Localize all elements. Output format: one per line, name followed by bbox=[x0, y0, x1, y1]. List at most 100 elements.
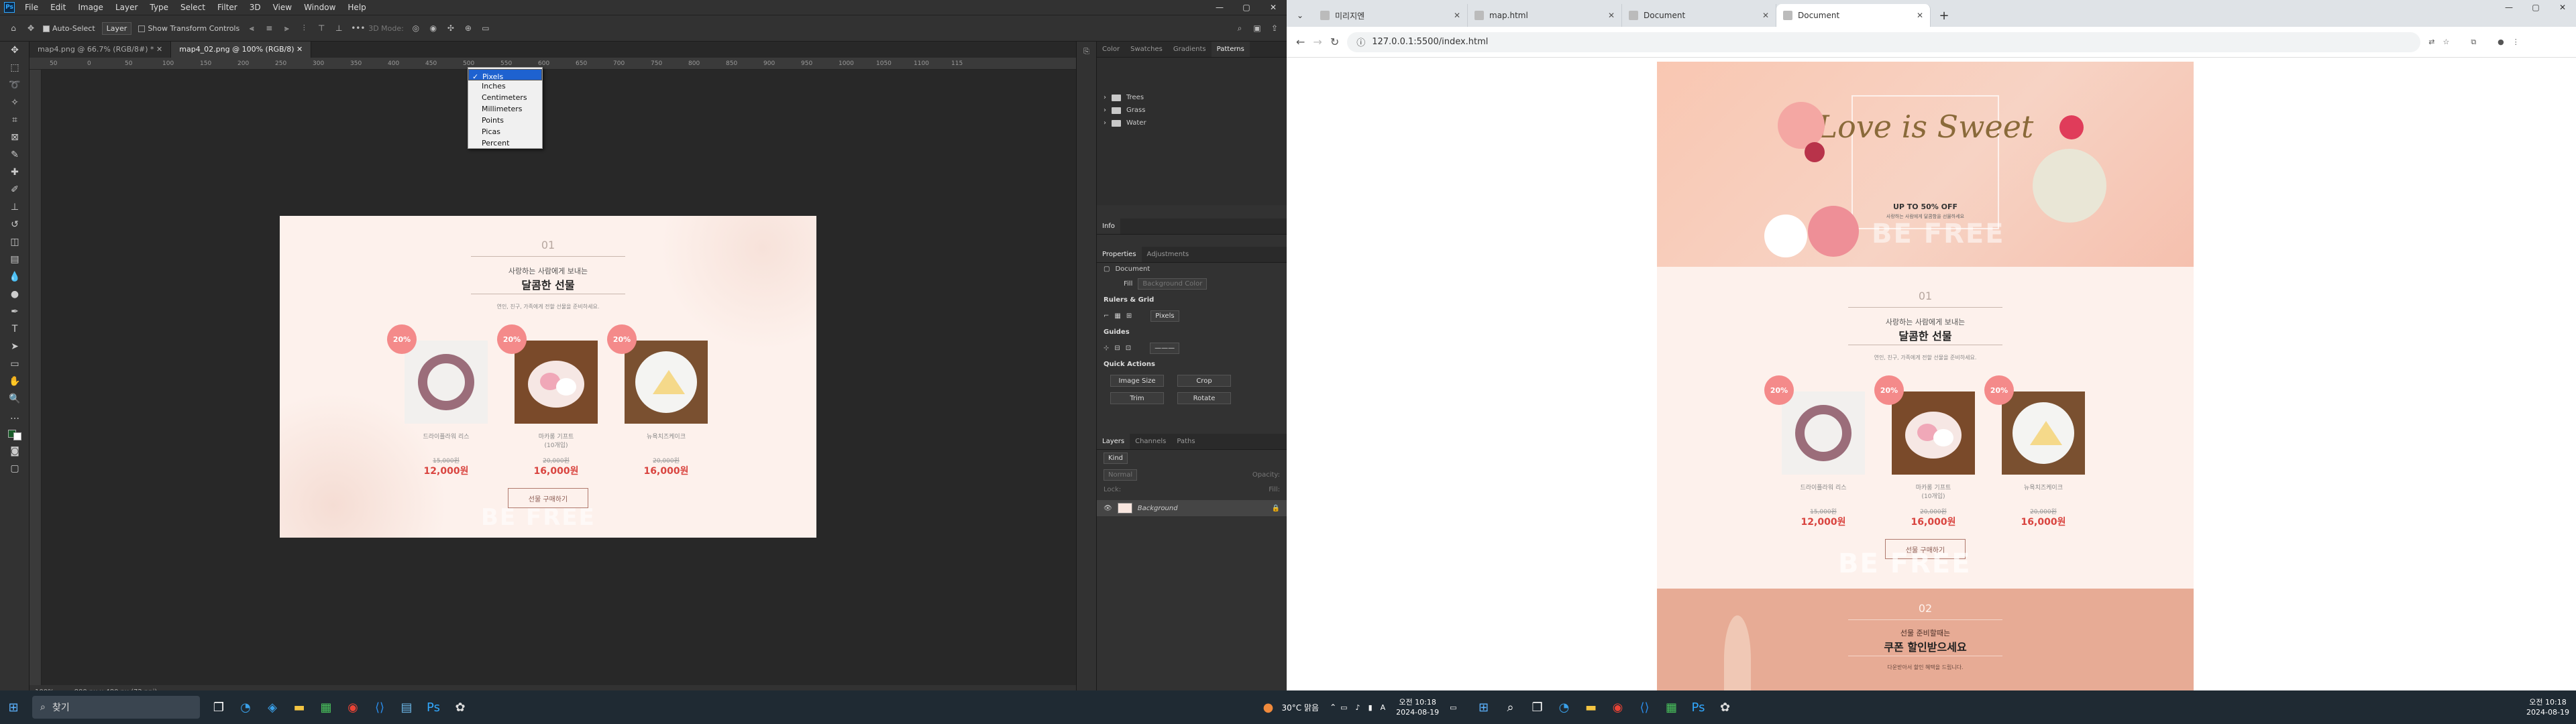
menu-help[interactable]: Help bbox=[341, 3, 372, 12]
gradient-tool-icon[interactable]: ▤ bbox=[0, 251, 30, 268]
browser-minimize-icon[interactable]: — bbox=[2496, 0, 2522, 23]
align-right-icon[interactable]: ⫸ bbox=[281, 23, 292, 34]
marquee-tool-icon[interactable]: ⬚ bbox=[0, 59, 30, 76]
pixel-grid-icon[interactable]: ⊞ bbox=[1126, 312, 1132, 320]
chrome-icon[interactable]: ◉ bbox=[339, 694, 366, 721]
ruler-icon[interactable]: ⌐ bbox=[1104, 312, 1109, 320]
tab-patterns[interactable]: Patterns bbox=[1211, 42, 1250, 57]
align-middle-icon[interactable]: ⊥ bbox=[333, 23, 344, 34]
extensions-icon[interactable]: ⧉ bbox=[2471, 38, 2476, 47]
menu-select[interactable]: Select bbox=[174, 3, 211, 12]
left-clock[interactable]: 오전 10:18 2024-08-19 bbox=[1396, 697, 1439, 717]
vscode-icon[interactable]: ⟨⟩ bbox=[366, 694, 393, 721]
eraser-icon[interactable]: ◫ bbox=[0, 233, 30, 251]
reload-icon[interactable]: ↻ bbox=[1330, 36, 1339, 48]
move-tool-icon[interactable]: ✥ bbox=[0, 42, 30, 59]
dodge-tool-icon[interactable]: ● bbox=[0, 286, 30, 303]
calendar-app-icon-2[interactable]: ▦ bbox=[1658, 694, 1685, 721]
network-icon[interactable]: ▭ bbox=[1340, 703, 1347, 712]
type-tool-icon[interactable]: T bbox=[0, 320, 30, 338]
tab-search-icon[interactable]: ⌄ bbox=[1287, 4, 1313, 27]
rotate-button[interactable]: Rotate bbox=[1177, 392, 1231, 404]
folder-water[interactable]: › Water bbox=[1097, 117, 1287, 129]
move-tool-icon[interactable]: ✥ bbox=[25, 23, 36, 34]
eyedropper-icon[interactable]: ✎ bbox=[0, 146, 30, 164]
store-icon[interactable]: ◈ bbox=[259, 694, 286, 721]
align-left-icon[interactable]: ⫷ bbox=[246, 23, 257, 34]
taskbar-search[interactable]: ⌕ 찾기 bbox=[32, 696, 200, 719]
ps-minimize-icon[interactable]: — bbox=[1206, 0, 1233, 15]
3d-pan-icon[interactable]: ✣ bbox=[445, 23, 456, 34]
show-transform-checkbox[interactable]: Show Transform Controls bbox=[138, 24, 239, 33]
close-tab-icon[interactable]: ✕ bbox=[1917, 11, 1923, 20]
screen-mode-icon[interactable]: ▢ bbox=[0, 460, 30, 477]
notepad-icon[interactable]: ▤ bbox=[393, 694, 420, 721]
guide-shape-icon[interactable]: ⊡ bbox=[1126, 345, 1131, 352]
trim-button[interactable]: Trim bbox=[1110, 392, 1164, 404]
tab-color[interactable]: Color bbox=[1097, 42, 1125, 57]
close-tab-icon[interactable]: ✕ bbox=[1454, 11, 1460, 20]
browser-tab-2[interactable]: map.html ✕ bbox=[1468, 4, 1622, 27]
bookmark-star-icon[interactable]: ☆ bbox=[2443, 38, 2449, 46]
layer-row-background[interactable]: 👁 Background 🔒 bbox=[1097, 500, 1287, 516]
ps-maximize-icon[interactable]: ▢ bbox=[1233, 0, 1260, 15]
healing-brush-icon[interactable]: ✚ bbox=[0, 164, 30, 181]
tab-adjustments[interactable]: Adjustments bbox=[1142, 247, 1195, 262]
blend-mode-select[interactable]: Normal bbox=[1104, 469, 1138, 481]
file-explorer-icon[interactable]: ▬ bbox=[286, 694, 313, 721]
more-tools-icon[interactable]: … bbox=[0, 408, 30, 425]
tab-gradients[interactable]: Gradients bbox=[1168, 42, 1212, 57]
unit-option-picas[interactable]: Picas bbox=[468, 126, 542, 137]
hand-tool-icon[interactable]: ✋ bbox=[0, 373, 30, 390]
back-icon[interactable]: ← bbox=[1296, 36, 1305, 48]
windows-start-icon[interactable]: ⊞ bbox=[0, 694, 27, 721]
windows-start-icon-2[interactable]: ⊞ bbox=[1470, 694, 1497, 721]
color-swatches-icon[interactable] bbox=[0, 425, 30, 442]
crop-tool-icon[interactable]: ⌗ bbox=[0, 111, 30, 129]
photoshop-taskbar-icon[interactable]: Ps bbox=[420, 694, 447, 721]
vscode-icon-2[interactable]: ⟨⟩ bbox=[1631, 694, 1658, 721]
browser-tab-1[interactable]: 미리지엔 ✕ bbox=[1313, 4, 1468, 27]
product-image-macaron[interactable] bbox=[1892, 391, 1975, 475]
guide-layout-icon[interactable]: ⊟ bbox=[1114, 345, 1120, 352]
ps-document-canvas[interactable]: 01 사랑하는 사람에게 보내는 달콤한 선물 연인, 친구, 가족에게 전할 … bbox=[280, 216, 816, 538]
volume-icon[interactable]: ♪ bbox=[1356, 703, 1360, 712]
edge-icon[interactable]: ◔ bbox=[232, 694, 259, 721]
more-options-icon[interactable]: ••• bbox=[351, 23, 365, 34]
site-info-icon[interactable]: ⓘ bbox=[1356, 36, 1365, 48]
home-icon[interactable]: ⌂ bbox=[8, 23, 19, 34]
notification-icon[interactable]: ▭ bbox=[1450, 703, 1456, 712]
tab-paths[interactable]: Paths bbox=[1171, 434, 1200, 449]
guides-icon[interactable]: ⊹ bbox=[1104, 345, 1109, 352]
menu-window[interactable]: Window bbox=[298, 3, 341, 12]
unit-option-points[interactable]: Points bbox=[468, 115, 542, 126]
tab-swatches[interactable]: Swatches bbox=[1125, 42, 1168, 57]
tab-info[interactable]: Info bbox=[1097, 219, 1120, 234]
quick-mask-icon[interactable]: ◙ bbox=[0, 442, 30, 460]
forward-icon[interactable]: → bbox=[1313, 36, 1322, 48]
share-icon[interactable]: ⇪ bbox=[1269, 23, 1280, 34]
weather-text[interactable]: 30°C 맑음 bbox=[1282, 702, 1320, 713]
unit-option-centimeters[interactable]: Centimeters bbox=[468, 92, 542, 103]
tab-properties[interactable]: Properties bbox=[1097, 247, 1142, 262]
magic-wand-icon[interactable]: ✧ bbox=[0, 94, 30, 111]
rectangle-tool-icon[interactable]: ▭ bbox=[0, 355, 30, 373]
chrome-icon-2[interactable]: ◉ bbox=[1605, 694, 1631, 721]
new-tab-icon[interactable]: + bbox=[1931, 4, 1957, 27]
paint-icon[interactable]: ✿ bbox=[447, 694, 474, 721]
task-view-icon[interactable]: ❐ bbox=[205, 694, 232, 721]
photoshop-taskbar-icon-2[interactable]: Ps bbox=[1685, 694, 1712, 721]
image-size-button[interactable]: Image Size bbox=[1110, 375, 1164, 387]
blur-tool-icon[interactable]: 💧 bbox=[0, 268, 30, 286]
edge-icon-2[interactable]: ◔ bbox=[1551, 694, 1578, 721]
battery-icon[interactable]: ▮ bbox=[1368, 703, 1373, 712]
paint-icon-2[interactable]: ✿ bbox=[1712, 694, 1739, 721]
unit-option-inches[interactable]: Inches bbox=[468, 80, 542, 92]
menu-type[interactable]: Type bbox=[144, 3, 174, 12]
menu-edit[interactable]: Edit bbox=[44, 3, 72, 12]
unit-option-millimeters[interactable]: Millimeters bbox=[468, 103, 542, 115]
grid-icon[interactable]: ▦ bbox=[1114, 312, 1120, 320]
ps-close-icon[interactable]: ✕ bbox=[1260, 0, 1287, 15]
history-brush-icon[interactable]: ↺ bbox=[0, 216, 30, 233]
doc-tab-map4[interactable]: map4.png @ 66.7% (RGB/8#) * ✕ bbox=[30, 42, 172, 58]
